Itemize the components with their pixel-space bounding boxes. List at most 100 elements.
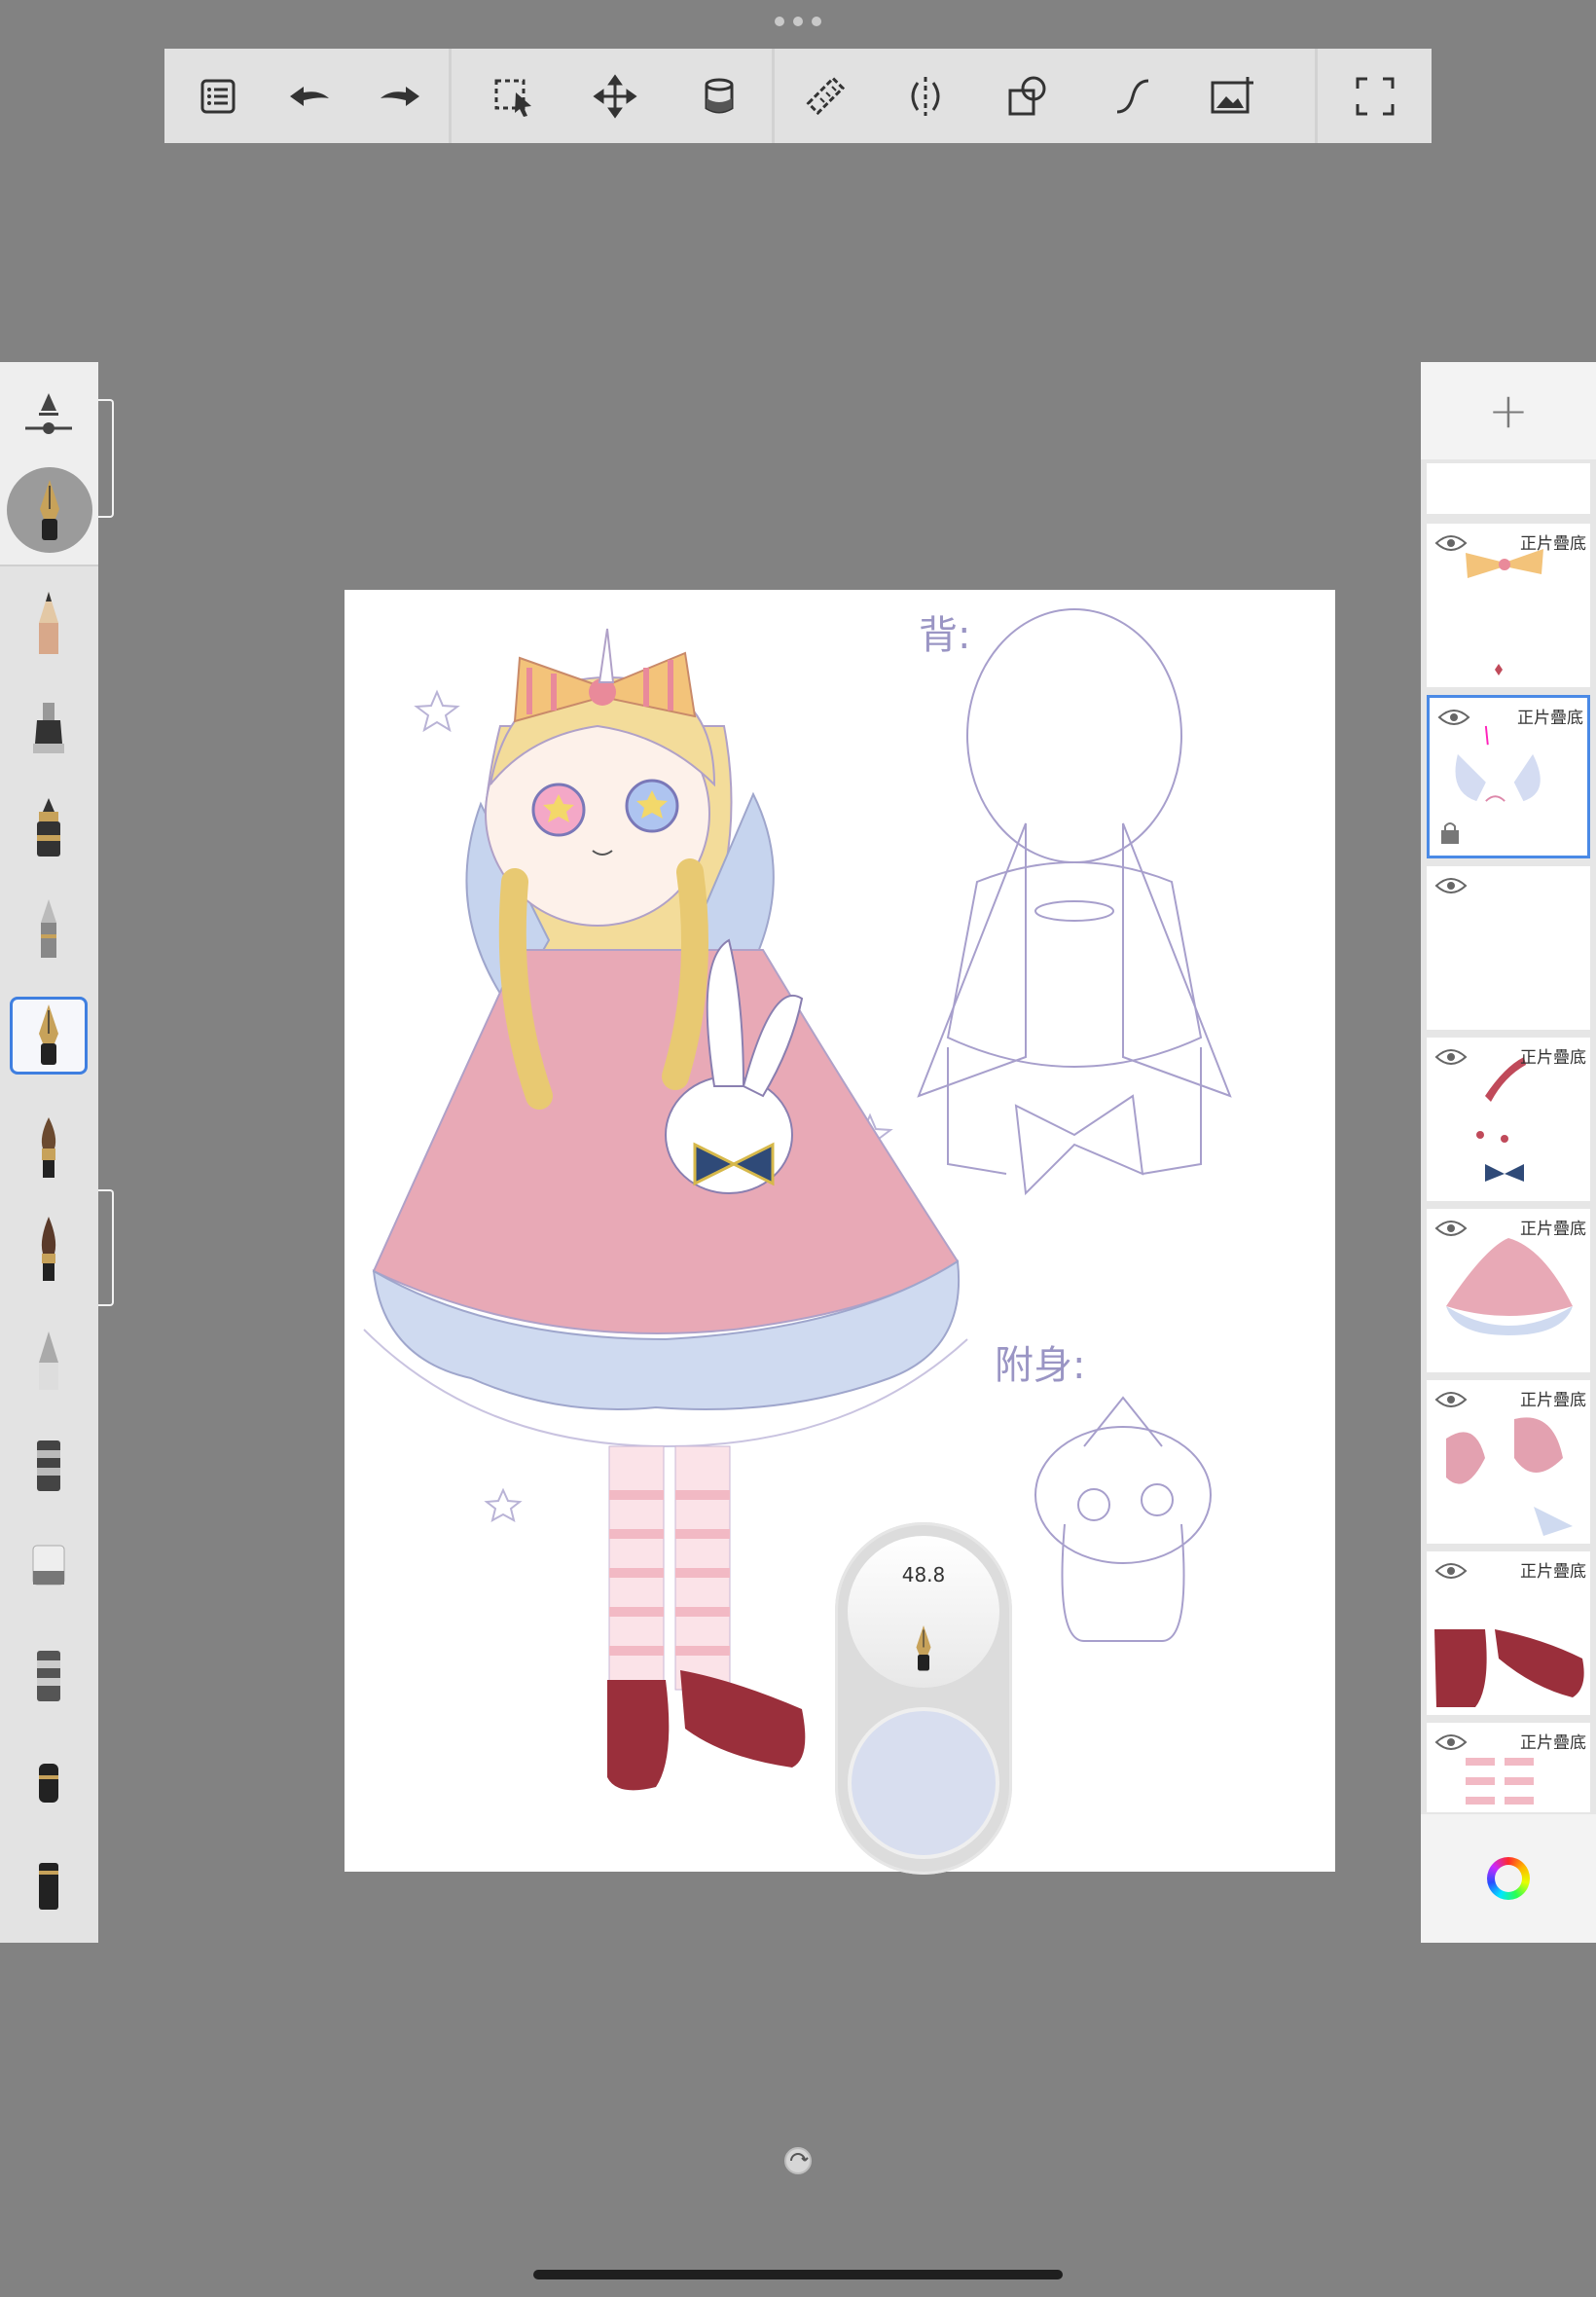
layer-item[interactable]: 正片疊底 — [1427, 1551, 1590, 1715]
smudge-brush[interactable] — [10, 1425, 88, 1503]
visibility-eye-icon[interactable] — [1434, 533, 1468, 553]
canvas-label-possess: 附身: — [995, 1343, 1085, 1388]
soft-brush[interactable] — [10, 1742, 88, 1820]
visibility-eye-icon[interactable] — [1434, 1390, 1468, 1409]
marker-brush[interactable] — [10, 693, 88, 771]
fountain-pen-icon — [39, 1004, 58, 1065]
ink-brush[interactable] — [10, 790, 88, 868]
add-image-icon — [1211, 76, 1253, 113]
symmetry-button[interactable] — [887, 49, 964, 143]
layer-item[interactable]: 正片疊底 — [1427, 1380, 1590, 1544]
dot — [775, 17, 784, 26]
transform-icon — [593, 73, 637, 119]
chalk-brush[interactable] — [10, 1845, 88, 1923]
current-color-swatch[interactable] — [848, 1707, 999, 1859]
ruler-icon — [806, 75, 846, 115]
visibility-eye-icon[interactable] — [1434, 1047, 1468, 1067]
fullscreen-button[interactable] — [1336, 49, 1414, 143]
shapes-icon — [1008, 76, 1046, 115]
smudge-icon — [37, 1440, 60, 1491]
toolbar-divider — [1315, 49, 1318, 143]
transform-button[interactable] — [576, 49, 654, 143]
blender-icon — [37, 1651, 60, 1701]
home-indicator[interactable] — [533, 2270, 1063, 2279]
curve-button[interactable] — [1094, 49, 1172, 143]
marker-icon — [33, 703, 64, 753]
add-image-button[interactable] — [1193, 49, 1271, 143]
add-layer-button[interactable]: + — [1421, 362, 1596, 459]
selection-button[interactable] — [475, 49, 553, 143]
layer-blend-mode: 正片疊底 — [1520, 1048, 1586, 1068]
soft-brush-icon — [39, 1764, 58, 1803]
visibility-eye-icon[interactable] — [1434, 876, 1468, 895]
pencil-icon — [39, 592, 58, 654]
layer-item[interactable] — [1427, 866, 1590, 1030]
brush-puck[interactable]: 48.8 — [835, 1522, 1012, 1875]
list-icon — [200, 79, 236, 113]
layer-blend-mode: 正片疊底 — [1520, 534, 1586, 554]
layer-blend-mode: 正片疊底 — [1520, 1391, 1586, 1410]
layer-item[interactable]: 正片疊底 — [1427, 524, 1590, 687]
brush-size-control[interactable]: 48.8 — [848, 1536, 999, 1688]
undo-button[interactable] — [271, 49, 348, 143]
fullscreen-icon — [1356, 77, 1395, 115]
eraser-icon — [32, 1545, 65, 1586]
brush-properties-icon[interactable] — [19, 389, 78, 440]
redo-button[interactable] — [361, 49, 439, 143]
color-editor-zone — [1421, 1814, 1596, 1943]
dot — [793, 17, 803, 26]
layer-blend-mode: 正片疊底 — [1520, 1220, 1586, 1239]
undo-icon — [290, 86, 329, 106]
color-wheel-icon[interactable] — [1487, 1857, 1530, 1900]
canvas-reset-icon[interactable] — [782, 2145, 814, 2176]
chisel-brush[interactable] — [10, 1324, 88, 1402]
shapes-button[interactable] — [989, 49, 1067, 143]
chalk-icon — [39, 1863, 58, 1910]
panel-bracket — [98, 399, 114, 518]
canvas-label-back: 背: — [919, 613, 970, 658]
fill-bucket-icon — [705, 78, 734, 113]
layer-item-selected[interactable]: 正片疊底 — [1427, 695, 1590, 858]
paintbrush-icon — [41, 1117, 56, 1178]
dot — [812, 17, 821, 26]
pencil-brush[interactable] — [10, 584, 88, 662]
current-brush-button[interactable] — [7, 467, 92, 553]
fountain-pen-brush[interactable] — [10, 997, 88, 1075]
layer-item[interactable]: 正片疊底 — [1427, 1209, 1590, 1372]
brush-size-value: 48.8 — [901, 1563, 946, 1586]
toolbar-drag-handle[interactable] — [775, 17, 821, 28]
visibility-eye-icon[interactable] — [1434, 1561, 1468, 1581]
airbrush-brush[interactable] — [10, 892, 88, 969]
layers-panel: + 正片疊底 正片疊底 正片疊底 正片疊底 正片疊底 正片疊底 正片疊底 — [1421, 362, 1596, 1943]
visibility-eye-icon[interactable] — [1434, 1732, 1468, 1752]
layer-item[interactable]: 正片疊底 — [1427, 1038, 1590, 1201]
layer-item[interactable] — [1427, 463, 1590, 514]
fill-button[interactable] — [682, 49, 760, 143]
blender-brush[interactable] — [10, 1635, 88, 1713]
chisel-icon — [39, 1331, 58, 1390]
eraser-brush[interactable] — [10, 1524, 88, 1602]
layer-blend-mode: 正片疊底 — [1517, 709, 1583, 728]
color-wheel-center — [1495, 1865, 1522, 1892]
toolbar — [164, 49, 1432, 143]
visibility-eye-icon[interactable] — [1437, 708, 1470, 727]
layer-blend-mode: 正片疊底 — [1520, 1562, 1586, 1582]
visibility-eye-icon[interactable] — [1434, 1219, 1468, 1238]
fountain-pen-icon — [40, 480, 59, 540]
symmetry-icon — [911, 76, 940, 116]
round-brush[interactable] — [10, 1211, 88, 1289]
paintbrush-brush[interactable] — [10, 1110, 88, 1187]
panel-bracket — [98, 1189, 114, 1306]
toolbar-divider — [449, 49, 452, 143]
list-button[interactable] — [179, 49, 257, 143]
selection-icon — [494, 79, 531, 117]
ink-pen-icon — [37, 798, 60, 857]
ruler-button[interactable] — [787, 49, 865, 143]
plus-icon: + — [1488, 383, 1529, 439]
layer-blend-mode: 正片疊底 — [1520, 1733, 1586, 1753]
airbrush-icon — [41, 899, 56, 958]
curve-icon — [1116, 79, 1149, 113]
layer-item[interactable]: 正片疊底 — [1427, 1723, 1590, 1812]
round-brush-icon — [41, 1217, 56, 1281]
fountain-pen-icon — [916, 1625, 931, 1671]
